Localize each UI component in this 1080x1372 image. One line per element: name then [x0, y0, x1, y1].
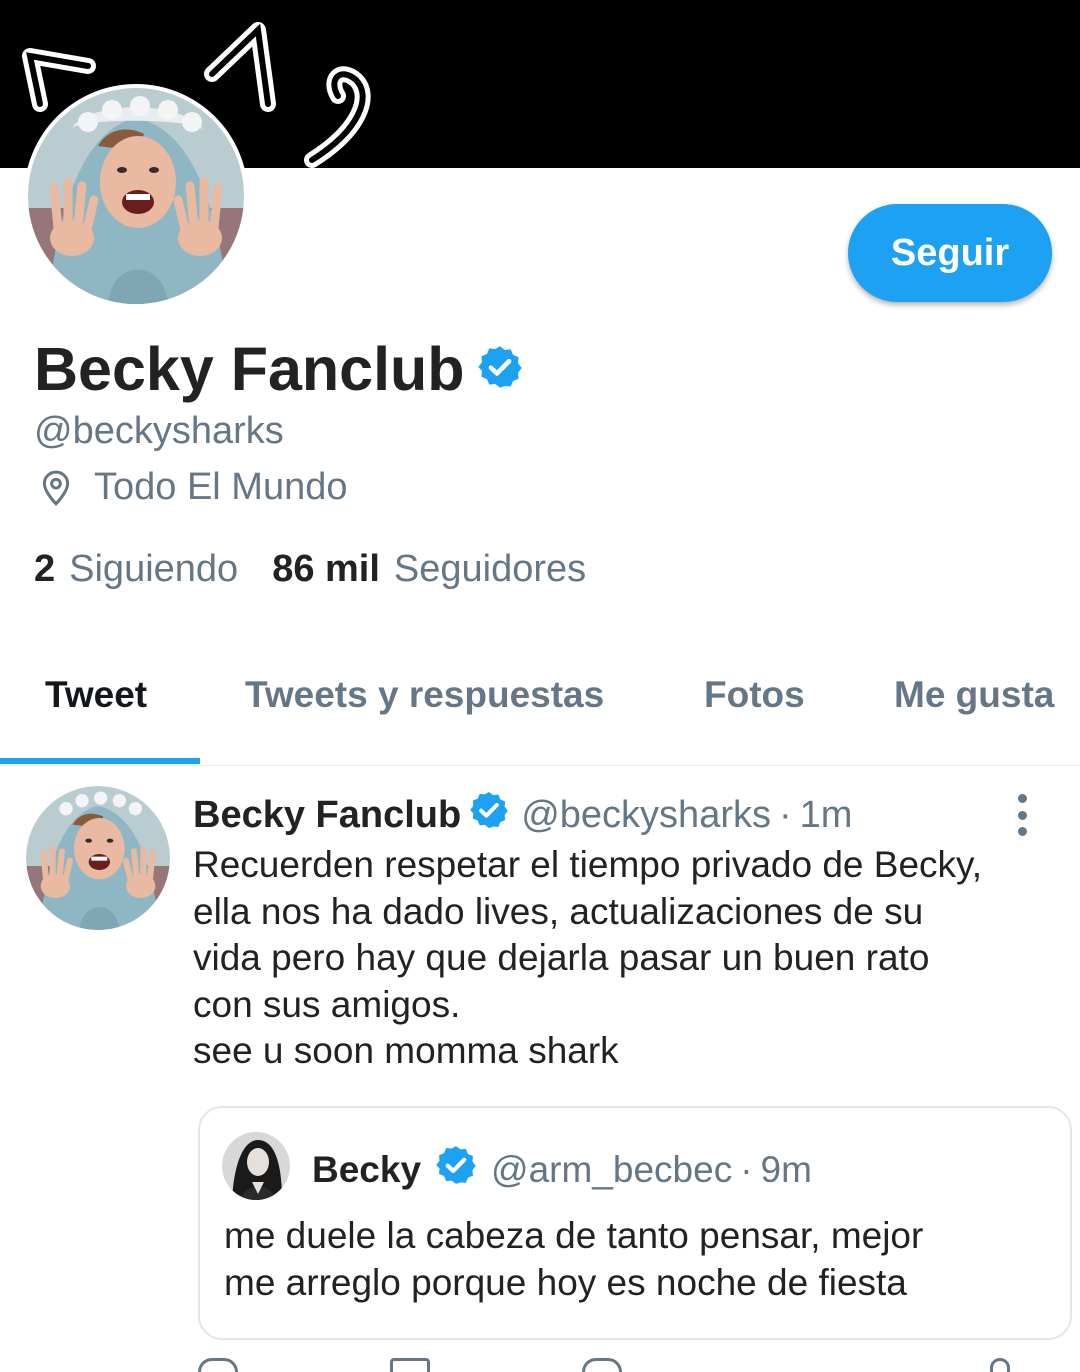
following-count: 2	[34, 548, 56, 590]
following-link[interactable]: 2 Siguiendo	[34, 548, 238, 591]
tab-photos[interactable]: Fotos	[704, 674, 805, 716]
followers-label: Seguidores	[393, 548, 587, 590]
followers-count: 86 mil	[272, 548, 380, 590]
tab-tweet[interactable]: Tweet	[45, 674, 147, 716]
map-pin-icon	[36, 468, 76, 508]
reply-icon[interactable]	[198, 1358, 238, 1372]
tweet-text-line: ella nos ha dado lives, actualizaciones …	[193, 890, 924, 932]
quoted-author-name[interactable]: Becky	[312, 1149, 421, 1191]
following-label: Siguiendo	[69, 548, 239, 590]
tab-tweets-and-replies[interactable]: Tweets y respuestas	[245, 674, 604, 716]
quoted-timestamp: 9m	[760, 1148, 812, 1190]
tweet-text-line: vida pero hay que dejarla pasar un buen …	[193, 937, 930, 978]
location-text: Todo El Mundo	[94, 466, 348, 508]
tweet-author-avatar[interactable]	[26, 786, 170, 930]
profile-stats: 2 Siguiendo 86 mil Seguidores	[34, 548, 586, 591]
quoted-tweet[interactable]: Becky @arm_becbec · 9m me duele la cabez…	[198, 1106, 1072, 1340]
profile-name-row: Becky Fanclub	[34, 334, 523, 404]
profile-name: Becky Fanclub	[34, 335, 465, 403]
tweet-header: Becky Fanclub @beckysharks · 1m	[193, 790, 852, 840]
tweet-text: Recuerden respetar el tiempo privado de …	[193, 842, 1063, 1075]
share-icon[interactable]	[990, 1358, 1010, 1372]
tab-likes[interactable]: Me gusta	[894, 674, 1054, 716]
profile-handle: @beckysharks	[34, 410, 284, 452]
verified-badge-icon	[469, 790, 509, 840]
verified-badge-icon	[477, 334, 523, 404]
quoted-author-handle[interactable]: @arm_becbec	[491, 1149, 732, 1191]
separator-dot: ·	[740, 1148, 753, 1190]
more-vertical-icon[interactable]	[1006, 794, 1038, 836]
avatar-photo	[28, 88, 244, 304]
active-tab-indicator	[0, 758, 200, 764]
quoted-tweet-text: me duele la cabeza de tanto pensar, mejo…	[224, 1212, 923, 1306]
profile-tabs: Tweet Tweets y respuestas Fotos Me gusta	[0, 650, 1080, 764]
quoted-text-line: me duele la cabeza de tanto pensar, mejo…	[224, 1215, 924, 1256]
quoted-tweet-header: Becky @arm_becbec · 9m	[312, 1144, 812, 1195]
avatar-photo	[26, 786, 170, 930]
tweet-text-line: con sus amigos.	[193, 983, 461, 1025]
tweet-text-line: Recuerden respetar el tiempo privado de …	[193, 844, 983, 885]
followers-link[interactable]: 86 mil Seguidores	[272, 548, 586, 591]
tweet-text-line: see u soon momma shark	[193, 1030, 619, 1071]
separator-dot: ·	[778, 793, 792, 836]
like-icon[interactable]	[582, 1358, 622, 1372]
tweet-author-name[interactable]: Becky Fanclub	[193, 794, 461, 837]
retweet-icon[interactable]	[390, 1358, 430, 1372]
verified-badge-icon	[435, 1144, 477, 1195]
profile-avatar[interactable]	[24, 84, 248, 308]
tweet-author-handle[interactable]: @beckysharks	[521, 794, 771, 837]
tweet-timestamp[interactable]: 1m	[800, 794, 853, 837]
quoted-author-avatar[interactable]	[222, 1132, 290, 1200]
divider	[0, 765, 1080, 766]
profile-location: Todo El Mundo	[36, 466, 348, 509]
tweet-actions	[190, 1358, 1050, 1372]
follow-button[interactable]: Seguir	[848, 204, 1052, 302]
quoted-text-line: me arreglo porque hoy es noche de fiesta	[224, 1262, 907, 1303]
avatar-photo	[222, 1132, 290, 1200]
